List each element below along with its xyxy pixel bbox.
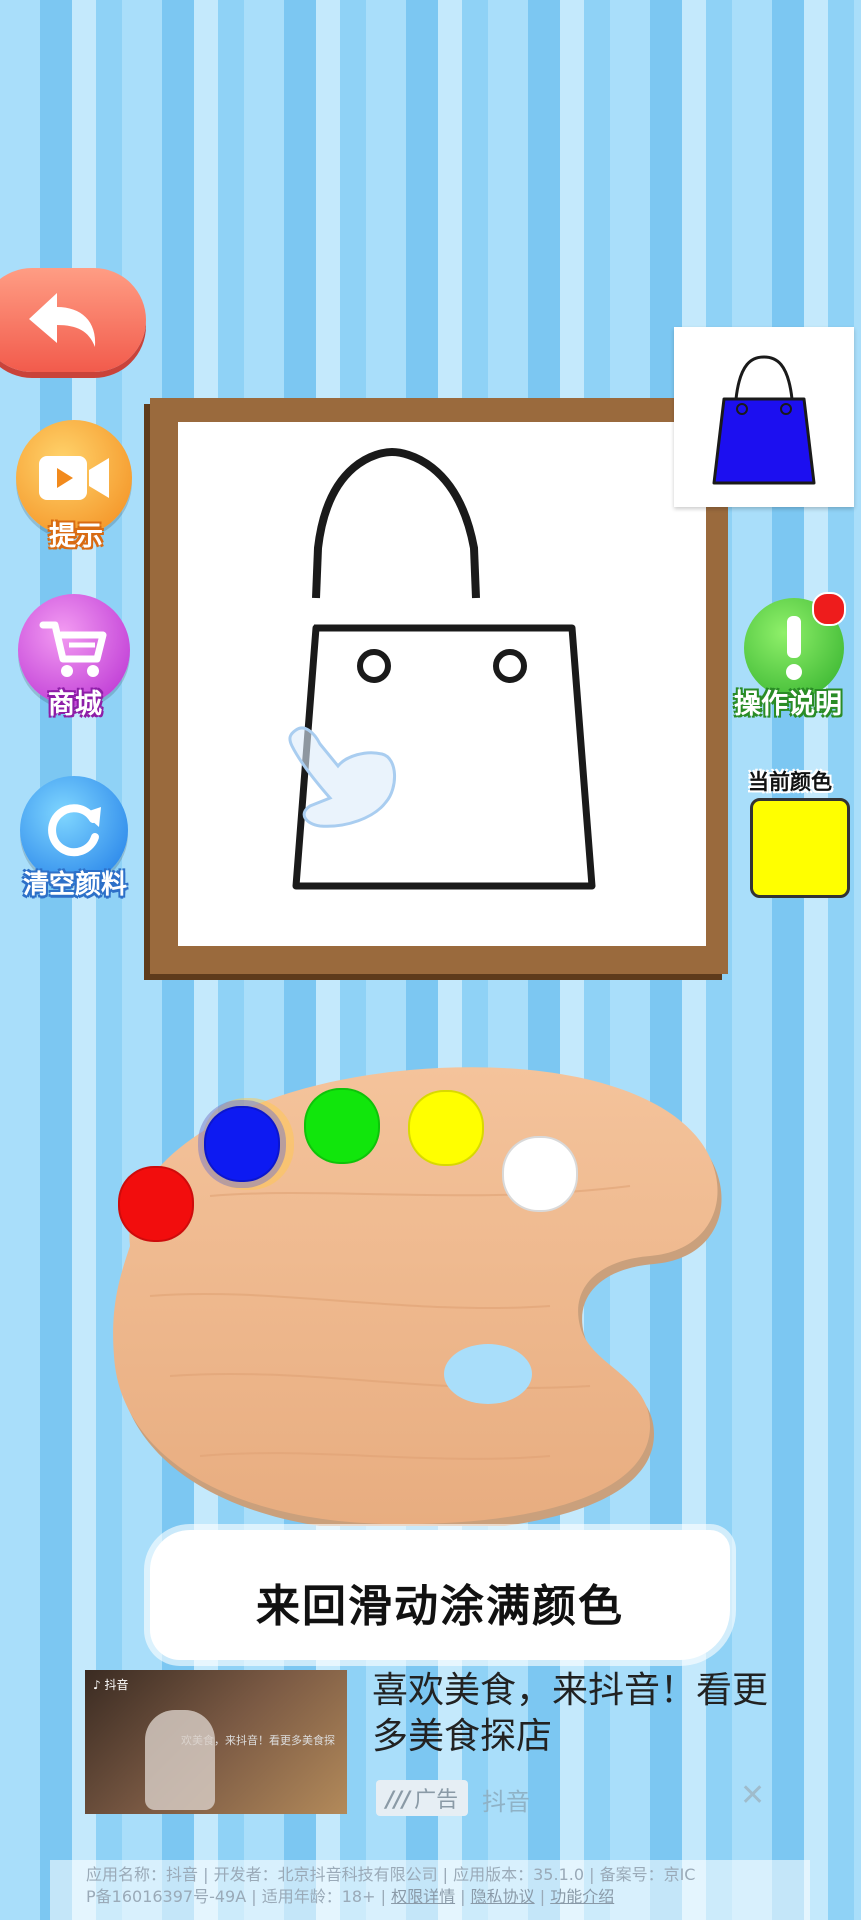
douyin-logo: ♪ 抖音 xyxy=(93,1678,129,1692)
paint-green[interactable] xyxy=(304,1088,380,1164)
shopping-cart-icon xyxy=(39,621,107,677)
ad-mark-icon: /// xyxy=(386,1788,411,1813)
privacy-link[interactable]: 隐私协议 xyxy=(471,1887,535,1906)
ad-thumb-hand xyxy=(145,1710,215,1810)
ad-brand: 抖音 xyxy=(482,1788,530,1816)
legal-line-1: 应用名称：抖音 | 开发者：北京抖音科技有限公司 | 应用版本：35.1.0 |… xyxy=(86,1865,696,1884)
hint-button[interactable]: 提示 xyxy=(16,420,136,553)
paint-white[interactable] xyxy=(502,1136,578,1212)
features-link[interactable]: 功能介绍 xyxy=(550,1887,614,1906)
ad-title[interactable]: 喜欢美食，来抖音！看更多美食探店 xyxy=(372,1668,792,1760)
paint-palette xyxy=(110,1056,726,1533)
legal-info: 应用名称：抖音 | 开发者：北京抖音科技有限公司 | 应用版本：35.1.0 |… xyxy=(50,1860,810,1920)
current-color-swatch xyxy=(750,798,850,898)
help-label: 操作说明 xyxy=(734,689,842,720)
hint-label: 提示 xyxy=(49,521,103,552)
clear-paint-label: 清空颜料 xyxy=(22,870,127,900)
instruction-text: 来回滑动涂满颜色 xyxy=(256,1581,624,1632)
ad-thumbnail[interactable]: ♪ 抖音 欢美食，来抖音！看更多美食探 xyxy=(85,1670,347,1814)
paint-yellow[interactable] xyxy=(408,1090,484,1166)
legal-line-2: P备16016397号-49A | 适用年龄：18+ | 权限详情 | 隐私协议… xyxy=(86,1887,615,1906)
permissions-link[interactable]: 权限详情 xyxy=(391,1887,455,1906)
drawing-canvas[interactable] xyxy=(178,422,706,946)
clear-paint-button[interactable]: 清空颜料 xyxy=(8,776,142,901)
ad-tag: ///广告 xyxy=(376,1780,469,1816)
reference-preview xyxy=(674,327,854,507)
back-button[interactable] xyxy=(0,268,146,372)
paint-red[interactable] xyxy=(118,1166,194,1242)
video-camera-icon xyxy=(39,456,109,500)
shop-label: 商城 xyxy=(48,689,102,720)
paint-blue[interactable] xyxy=(204,1106,280,1182)
shop-button[interactable]: 商城 xyxy=(18,594,132,721)
back-arrow-icon xyxy=(29,293,96,347)
ad-close-icon[interactable]: ✕ xyxy=(740,1778,765,1813)
current-color-label: 当前颜色 xyxy=(748,770,832,794)
pointing-hand-icon xyxy=(288,726,397,828)
shopping-bag-outline xyxy=(292,447,596,890)
reference-shopping-bag xyxy=(712,355,816,485)
notification-dot xyxy=(812,592,846,626)
refresh-icon xyxy=(48,804,101,857)
